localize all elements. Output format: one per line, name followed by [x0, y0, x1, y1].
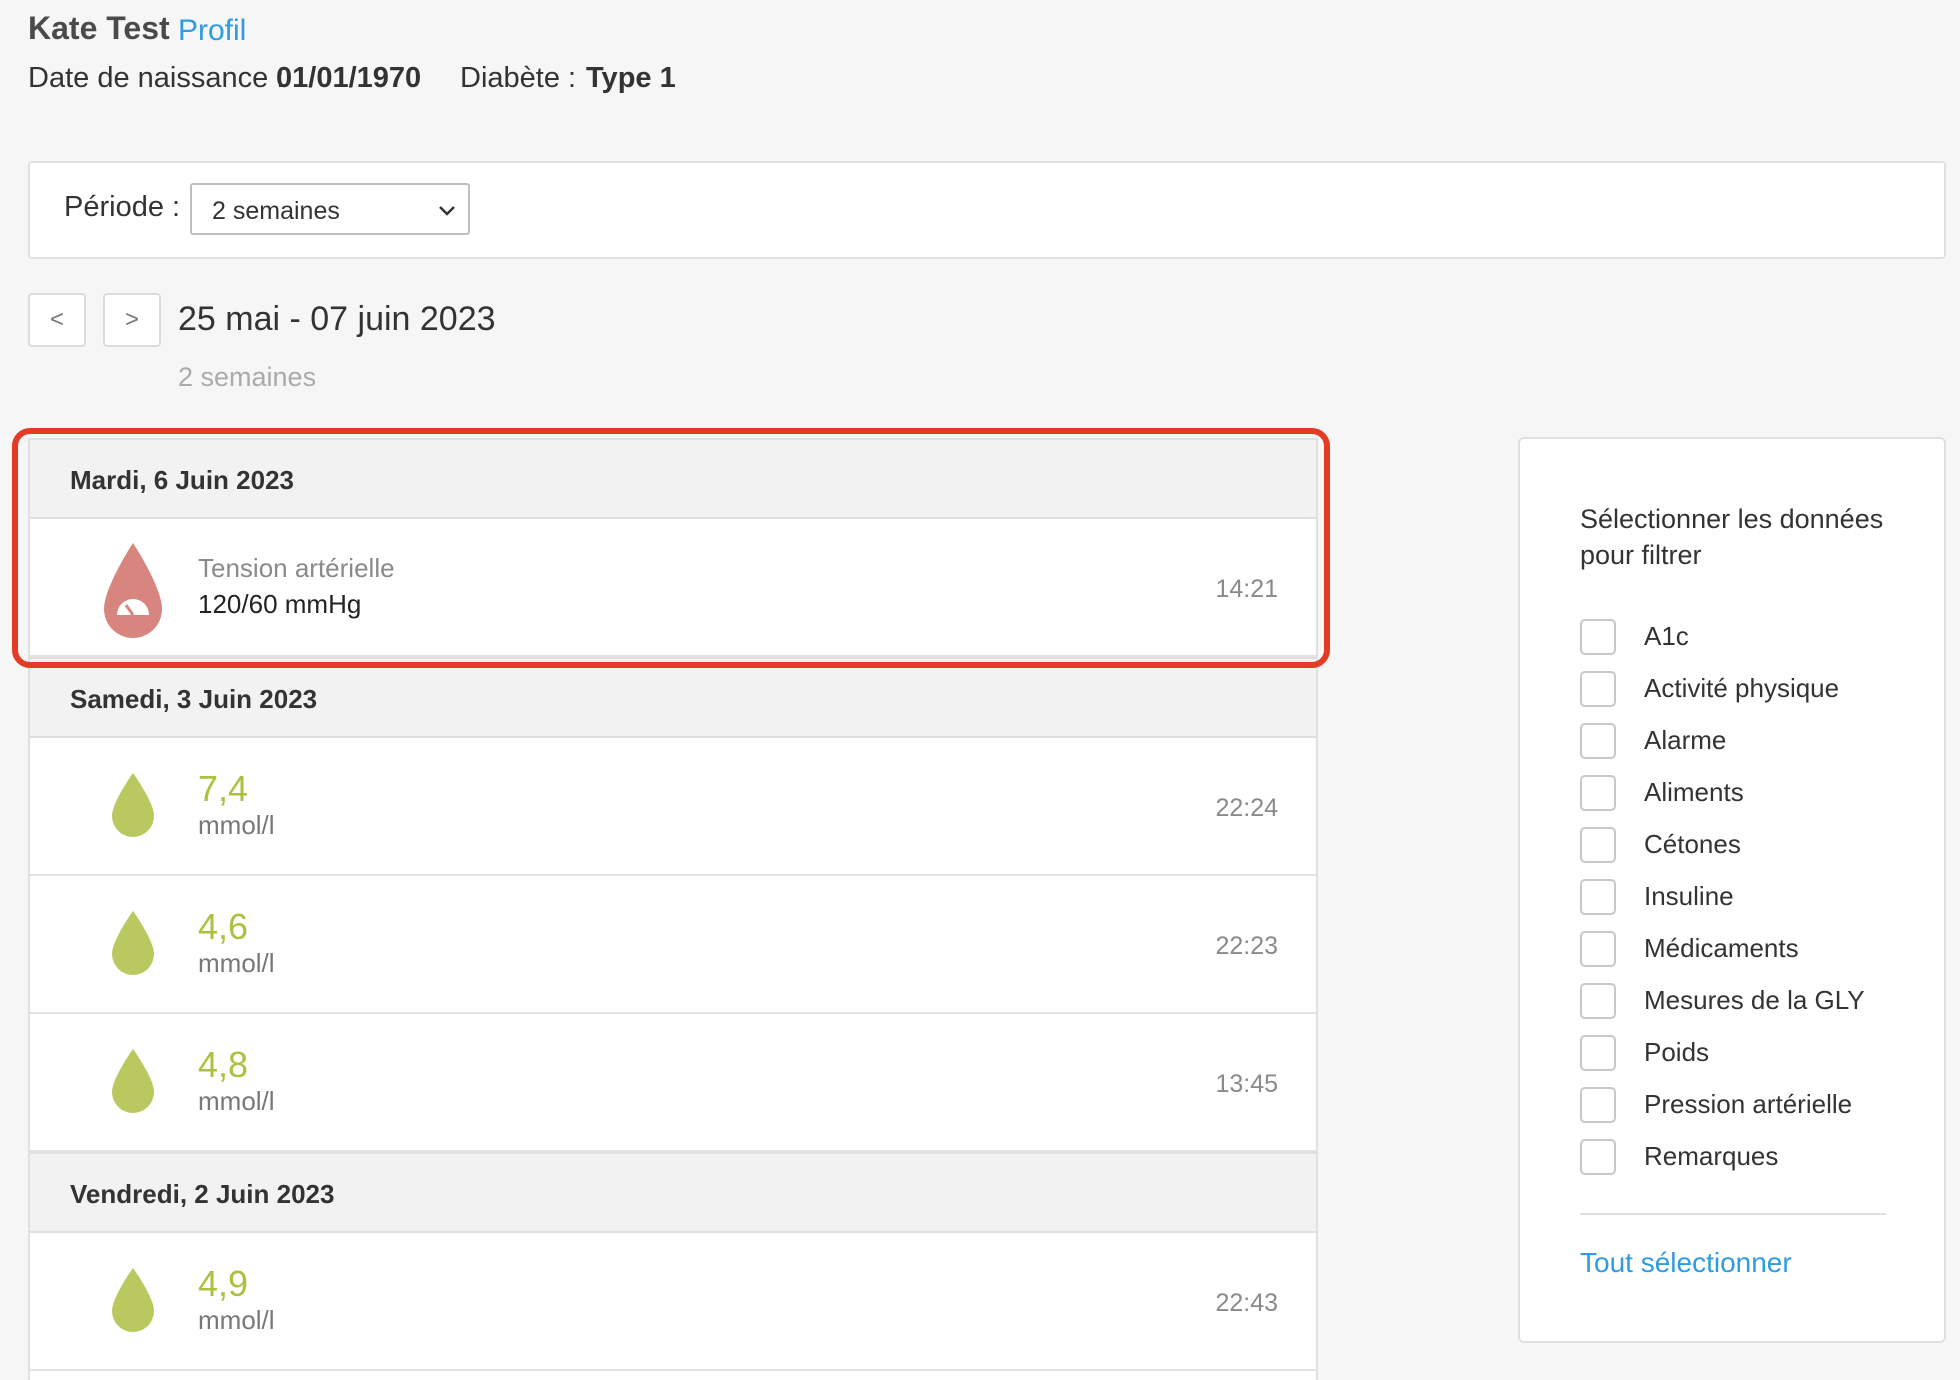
filter-divider	[1580, 1213, 1886, 1215]
profile-link[interactable]: Profil	[178, 14, 246, 48]
entry-value: 7,4	[198, 768, 249, 809]
checkbox[interactable]	[1580, 1035, 1616, 1071]
period-panel: Période : 2 semaines	[28, 161, 1946, 259]
checkbox[interactable]	[1580, 983, 1616, 1019]
logbook-list: Mardi, 6 Juin 2023 Tension artérielle 12…	[28, 438, 1318, 1380]
checkbox[interactable]	[1580, 931, 1616, 967]
checkbox[interactable]	[1580, 671, 1616, 707]
filter-option-label: Remarques	[1644, 1141, 1779, 1171]
filter-option-weight[interactable]: Poids	[1580, 1035, 1910, 1075]
filter-title: Sélectionner les données pour filtrer	[1580, 504, 1884, 570]
entry-type-label: Tension artérielle	[198, 553, 395, 583]
entry-unit: mmol/l	[198, 1305, 275, 1335]
filter-option-label: Activité physique	[1644, 673, 1840, 703]
period-select-value: 2 semaines	[212, 197, 340, 225]
entry-time: 13:45	[1215, 1070, 1278, 1098]
date-range-title: 25 mai - 07 juin 2023	[178, 300, 496, 338]
filter-option-medication[interactable]: Médicaments	[1580, 931, 1910, 971]
filter-option-label: Insuline	[1644, 881, 1734, 911]
entry-value: 4,9	[198, 1263, 249, 1304]
select-all-link[interactable]: Tout sélectionner	[1580, 1247, 1792, 1279]
glucose-drop-icon	[112, 1268, 154, 1332]
blood-pressure-drop-icon	[104, 543, 162, 638]
dob-value: 01/01/1970	[276, 62, 422, 94]
entry-value: 120/60 mmHg	[198, 589, 362, 619]
glucose-drop-icon	[112, 911, 154, 975]
glucose-drop-icon	[112, 773, 154, 837]
glucose-drop-icon	[112, 1049, 154, 1113]
previous-period-button[interactable]: <	[28, 293, 86, 347]
list-item[interactable]: 7,4 mmol/l 22:24	[30, 738, 1316, 876]
filter-option-alarm[interactable]: Alarme	[1580, 723, 1910, 763]
checkbox[interactable]	[1580, 1087, 1616, 1123]
checkbox[interactable]	[1580, 879, 1616, 915]
next-period-button[interactable]: >	[103, 293, 161, 347]
day-header: Samedi, 3 Juin 2023	[30, 657, 1316, 738]
filter-option-a1c[interactable]: A1c	[1580, 619, 1910, 659]
entry-time: 22:23	[1215, 932, 1278, 960]
filter-option-ketones[interactable]: Cétones	[1580, 827, 1910, 867]
patient-name: Kate Test	[28, 10, 170, 46]
entry-unit: mmol/l	[198, 810, 275, 840]
filter-option-notes[interactable]: Remarques	[1580, 1139, 1910, 1179]
list-item[interactable]: 4,8 mmol/l 13:45	[30, 1014, 1316, 1152]
dob-label: Date de naissance :	[28, 62, 285, 94]
entry-value: 4,8	[198, 1044, 249, 1085]
diabetes-label: Diabète :	[460, 62, 577, 94]
entry-value: 4,6	[198, 906, 249, 947]
filter-option-label: Alarme	[1644, 725, 1727, 755]
filter-option-label: Médicaments	[1644, 933, 1799, 963]
list-item[interactable]: Tension artérielle 120/60 mmHg 14:21	[30, 519, 1316, 657]
checkbox[interactable]	[1580, 619, 1616, 655]
entry-unit: mmol/l	[198, 1086, 275, 1116]
filter-option-label: Poids	[1644, 1037, 1710, 1067]
entry-time: 14:21	[1215, 575, 1278, 603]
filter-option-food[interactable]: Aliments	[1580, 775, 1910, 815]
period-label: Période :	[64, 191, 181, 223]
list-item[interactable]: 4,9 mmol/l 22:43	[30, 1233, 1316, 1371]
entry-time: 22:43	[1215, 1289, 1278, 1317]
filter-panel: Sélectionner les données pour filtrer A1…	[1518, 437, 1946, 1343]
list-item[interactable]: 4,6 mmol/l 22:23	[30, 876, 1316, 1014]
chevron-down-icon	[439, 206, 455, 216]
entry-time: 22:24	[1215, 794, 1278, 822]
filter-option-label: Aliments	[1644, 777, 1744, 807]
filter-option-label: Cétones	[1644, 829, 1741, 859]
filter-option-glucose[interactable]: Mesures de la GLY	[1580, 983, 1910, 1023]
checkbox[interactable]	[1580, 1139, 1616, 1175]
entry-unit: mmol/l	[198, 948, 275, 978]
filter-option-label: Pression artérielle	[1644, 1089, 1853, 1119]
filter-option-blood-pressure[interactable]: Pression artérielle	[1580, 1087, 1910, 1127]
checkbox[interactable]	[1580, 723, 1616, 759]
filter-option-label: A1c	[1644, 621, 1689, 651]
checkbox[interactable]	[1580, 827, 1616, 863]
checkbox[interactable]	[1580, 775, 1616, 811]
filter-option-label: Mesures de la GLY	[1644, 985, 1865, 1015]
date-range-subtitle: 2 semaines	[178, 362, 317, 392]
day-header: Vendredi, 2 Juin 2023	[30, 1152, 1316, 1233]
filter-option-insulin[interactable]: Insuline	[1580, 879, 1910, 919]
day-header: Mardi, 6 Juin 2023	[30, 438, 1316, 519]
diabetes-value: Type 1	[586, 62, 676, 94]
period-select[interactable]: 2 semaines	[190, 183, 470, 235]
filter-option-physical-activity[interactable]: Activité physique	[1580, 671, 1910, 711]
